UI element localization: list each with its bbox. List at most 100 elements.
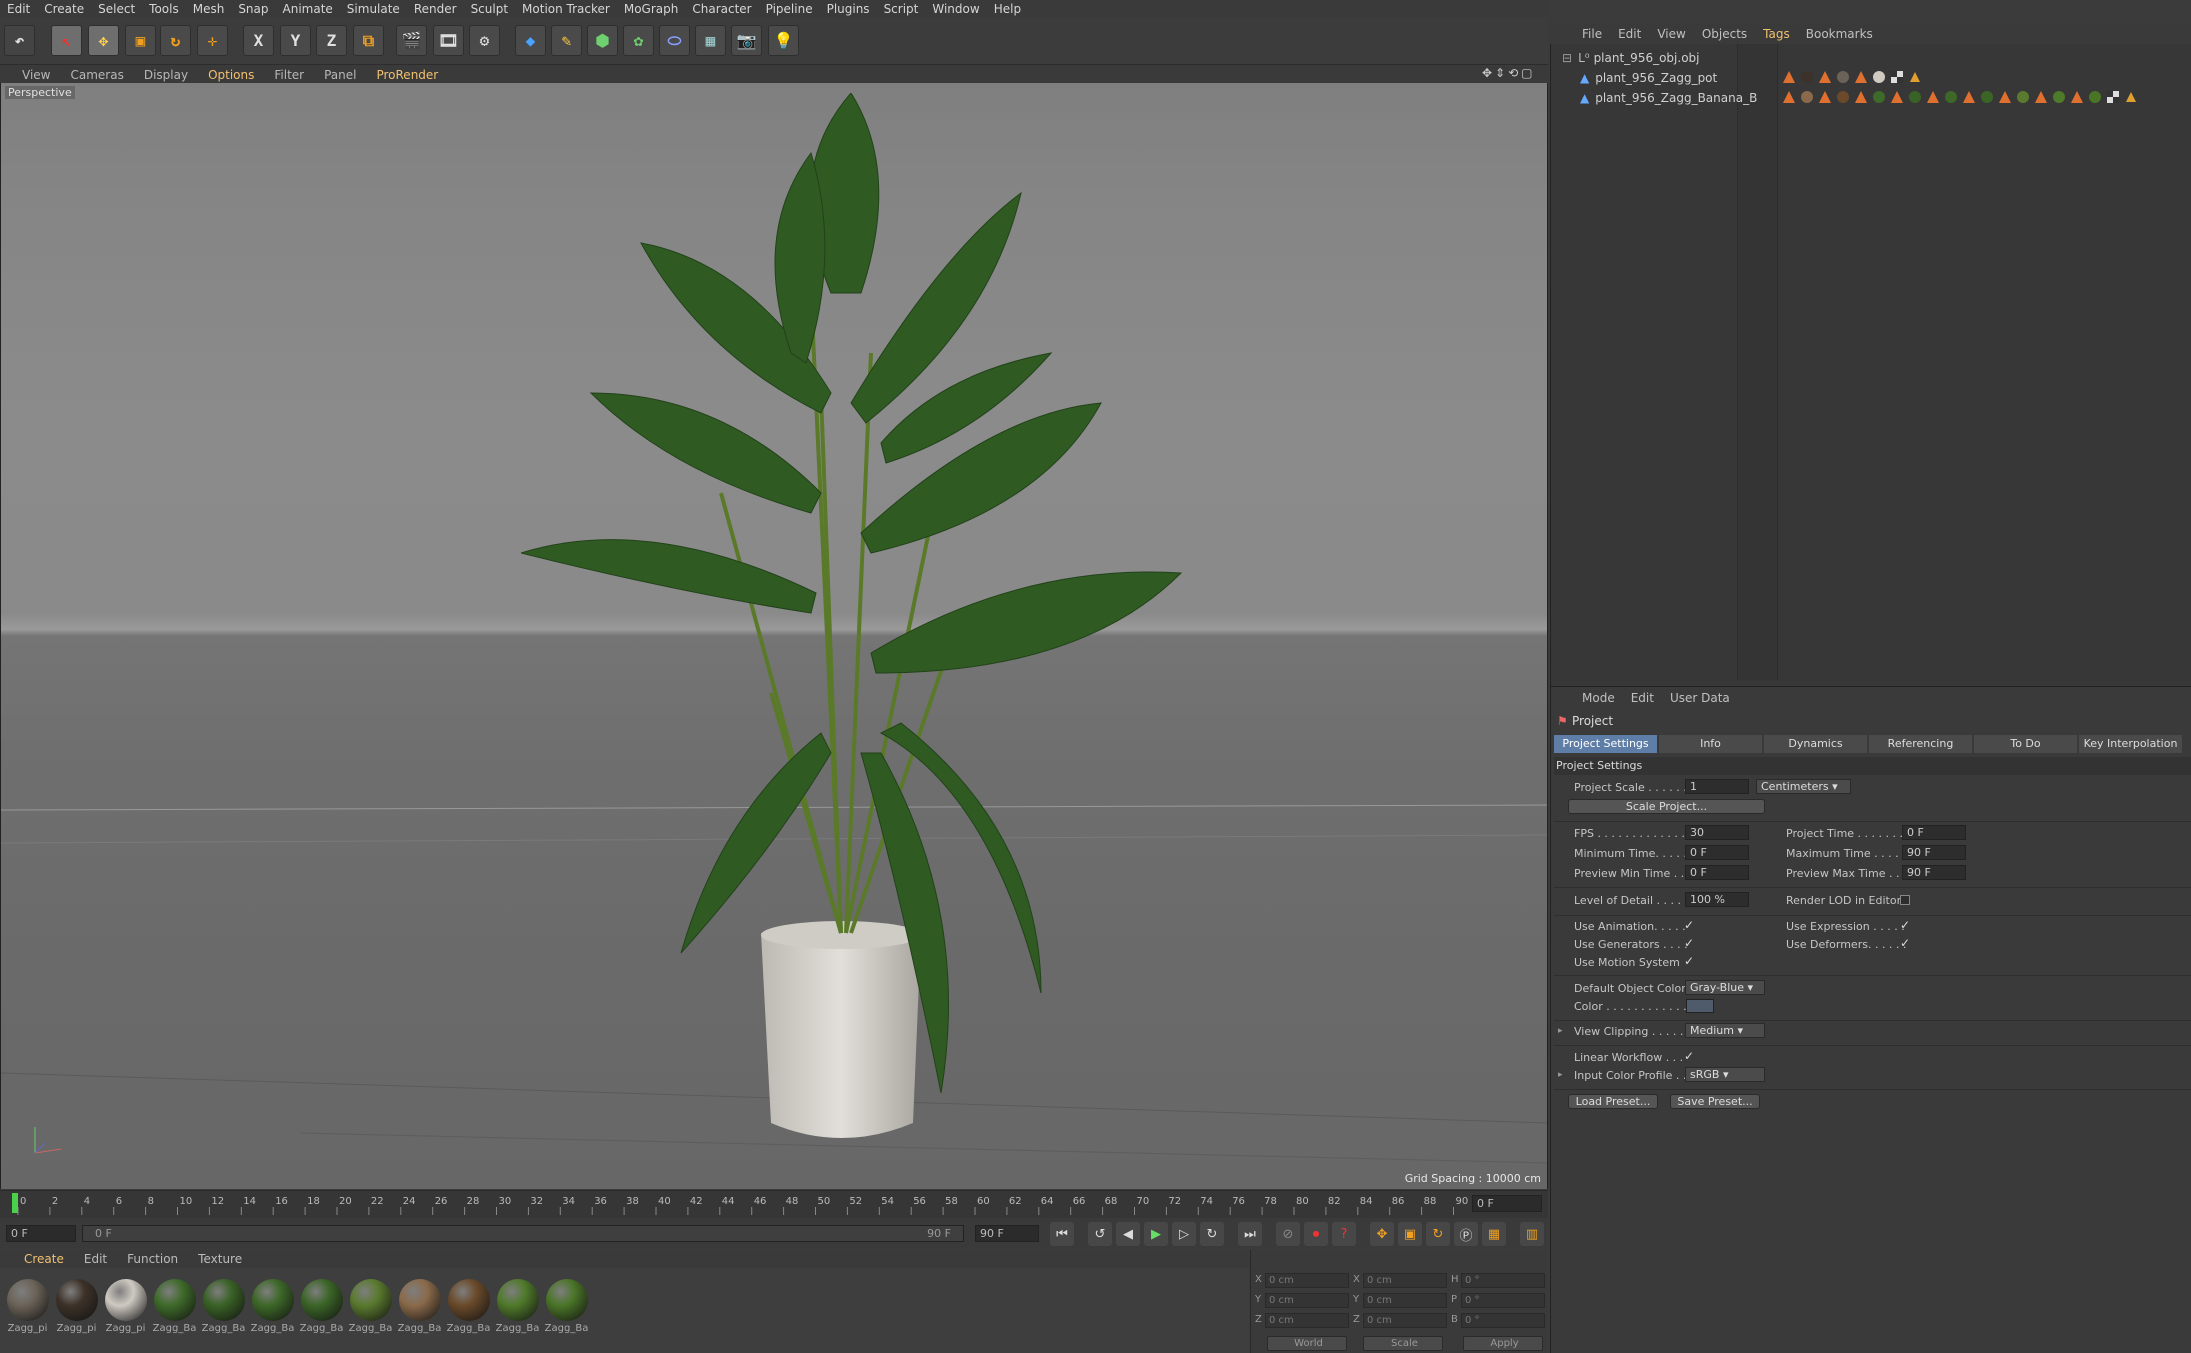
material-tag-icon[interactable] bbox=[1872, 70, 1886, 84]
project-scale-field[interactable]: 1 bbox=[1685, 779, 1749, 794]
viewport-menu-prorender[interactable]: ProRender bbox=[366, 68, 448, 82]
use-deformers-checkbox[interactable]: ✓ bbox=[1900, 936, 1910, 950]
material-tag-icon[interactable] bbox=[1944, 90, 1958, 104]
preview-max-field[interactable]: 90 F bbox=[1902, 865, 1966, 880]
material-tag-icon[interactable] bbox=[2016, 90, 2030, 104]
next-frame-icon[interactable]: ▷ bbox=[1172, 1222, 1196, 1246]
scale-project-button[interactable]: Scale Project... bbox=[1568, 799, 1765, 814]
object-menu-objects[interactable]: Objects bbox=[1694, 27, 1755, 41]
object-menu-file[interactable]: File bbox=[1574, 27, 1610, 41]
subdivision-surface-icon[interactable]: ⬢ bbox=[587, 25, 618, 56]
linear-workflow-checkbox[interactable]: ✓ bbox=[1684, 1049, 1694, 1063]
phong-tag-icon[interactable] bbox=[2070, 90, 2084, 104]
viewport-nav-icons[interactable]: ✥⇕⟲▢ bbox=[1482, 66, 1536, 80]
object-menu-bookmarks[interactable]: Bookmarks bbox=[1798, 27, 1881, 41]
start-frame-field[interactable]: 0 F bbox=[6, 1225, 76, 1242]
expand-arrow-icon[interactable]: ▸ bbox=[1558, 1070, 1563, 1080]
coordinate-field[interactable]: 0 ° bbox=[1461, 1313, 1545, 1328]
lod-field[interactable]: 100 % bbox=[1685, 892, 1749, 907]
material-tag-icon[interactable] bbox=[1836, 70, 1850, 84]
object-menu-tags[interactable]: Tags bbox=[1755, 27, 1798, 41]
material-tag-icon[interactable] bbox=[1836, 90, 1850, 104]
record-position-icon[interactable]: ✥ bbox=[1370, 1222, 1394, 1246]
attr-menu-edit[interactable]: Edit bbox=[1623, 691, 1662, 705]
undo-icon[interactable]: ↶ bbox=[4, 25, 35, 56]
load-preset-button[interactable]: Load Preset... bbox=[1568, 1094, 1658, 1109]
coordinate-system-icon[interactable]: ⧉ bbox=[353, 25, 384, 56]
phong-tag-icon[interactable] bbox=[1818, 90, 1832, 104]
timeline-layout-icon[interactable]: ▥ bbox=[1520, 1222, 1544, 1246]
menu-plugins[interactable]: Plugins bbox=[820, 2, 877, 16]
move-tool-icon[interactable]: ✥ bbox=[88, 25, 119, 56]
color-swatch[interactable] bbox=[1686, 999, 1714, 1013]
menu-tools[interactable]: Tools bbox=[142, 2, 186, 16]
texture-tag-icon[interactable] bbox=[1908, 70, 1922, 84]
uvw-tag-icon[interactable] bbox=[1890, 70, 1904, 84]
menu-edit[interactable]: Edit bbox=[0, 2, 37, 16]
3d-viewport[interactable]: Perspective Grid Spacing: 10000 cm bbox=[0, 83, 1548, 1189]
apply-button[interactable]: Apply bbox=[1463, 1336, 1543, 1351]
phong-tag-icon[interactable] bbox=[1854, 70, 1868, 84]
record-pla-icon[interactable]: ▦ bbox=[1482, 1222, 1506, 1246]
tab-to-do[interactable]: To Do bbox=[1974, 735, 2077, 753]
coordinate-scale-dropdown[interactable]: Scale bbox=[1363, 1336, 1443, 1351]
keyframe-selection-icon[interactable]: ? bbox=[1332, 1222, 1356, 1246]
phong-tag-icon[interactable] bbox=[2034, 90, 2048, 104]
timeline-ticks[interactable]: 0 2 4 6 8 10 12 14 16 18 20 22 24 26 28 30 32 34 36 38 40 42 4… bbox=[12, 1193, 1470, 1217]
menu-snap[interactable]: Snap bbox=[231, 2, 275, 16]
playhead[interactable] bbox=[12, 1193, 18, 1213]
phong-tag-icon[interactable] bbox=[1782, 90, 1796, 104]
phong-tag-icon[interactable] bbox=[1890, 90, 1904, 104]
expand-arrow-icon[interactable]: ▸ bbox=[1558, 1026, 1563, 1036]
cloner-icon[interactable]: ✿ bbox=[623, 25, 654, 56]
material-swatch[interactable]: Zagg_Ba bbox=[543, 1277, 590, 1339]
menu-simulate[interactable]: Simulate bbox=[340, 2, 407, 16]
menu-select[interactable]: Select bbox=[91, 2, 142, 16]
tab-referencing[interactable]: Referencing bbox=[1869, 735, 1972, 753]
attr-menu-mode[interactable]: Mode bbox=[1574, 691, 1623, 705]
record-scale-icon[interactable]: ▣ bbox=[1398, 1222, 1422, 1246]
render-lod-checkbox[interactable] bbox=[1900, 895, 1910, 905]
rotate-tool-icon[interactable]: ↻ bbox=[160, 25, 191, 56]
tab-info[interactable]: Info bbox=[1659, 735, 1762, 753]
next-key-icon[interactable]: ↻ bbox=[1200, 1222, 1224, 1246]
use-motion-checkbox[interactable]: ✓ bbox=[1684, 954, 1694, 968]
use-expression-checkbox[interactable]: ✓ bbox=[1900, 918, 1910, 932]
material-swatch[interactable]: Zagg_Ba bbox=[151, 1277, 198, 1339]
play-icon[interactable]: ▶ bbox=[1144, 1222, 1168, 1246]
record-parameter-icon[interactable]: Ⓟ bbox=[1454, 1222, 1478, 1246]
go-to-end-icon[interactable]: ⏭ bbox=[1238, 1222, 1262, 1246]
object-row-root[interactable]: ⊟ L⁰ plant_956_obj.obj bbox=[1562, 49, 1699, 67]
material-tag-icon[interactable] bbox=[2052, 90, 2066, 104]
phong-tag-icon[interactable] bbox=[1998, 90, 2012, 104]
prev-key-icon[interactable]: ↺ bbox=[1088, 1222, 1112, 1246]
object-row-pot[interactable]: ▲ plant_956_Zagg_pot bbox=[1580, 69, 1717, 87]
coordinate-mode-dropdown[interactable]: World bbox=[1267, 1336, 1347, 1351]
autokey-icon[interactable]: ⏺ bbox=[1304, 1222, 1328, 1246]
frame-range-slider[interactable]: 0 F 90 F bbox=[82, 1225, 964, 1242]
menu-character[interactable]: Character bbox=[685, 2, 758, 16]
y-axis-lock-icon[interactable]: Y bbox=[280, 25, 311, 56]
menu-mesh[interactable]: Mesh bbox=[186, 2, 232, 16]
tab-key-interpolation[interactable]: Key Interpolation bbox=[2079, 735, 2182, 753]
menu-mograph[interactable]: MoGraph bbox=[617, 2, 686, 16]
material-menu-texture[interactable]: Texture bbox=[188, 1252, 252, 1266]
max-time-field[interactable]: 90 F bbox=[1902, 845, 1966, 860]
coordinate-field[interactable]: 0 ° bbox=[1461, 1293, 1545, 1308]
render-picture-viewer-icon[interactable]: 🎞 bbox=[433, 25, 464, 56]
record-rotation-icon[interactable]: ↻ bbox=[1426, 1222, 1450, 1246]
material-swatch[interactable]: Zagg_pi bbox=[53, 1277, 100, 1339]
input-color-profile-dropdown[interactable]: sRGB ▾ bbox=[1685, 1067, 1765, 1082]
pot-tags[interactable] bbox=[1782, 68, 1922, 86]
pen-spline-icon[interactable]: ✎ bbox=[551, 25, 582, 56]
view-clipping-dropdown[interactable]: Medium ▾ bbox=[1685, 1023, 1765, 1038]
material-menu-create[interactable]: Create bbox=[14, 1252, 74, 1266]
object-row-banana[interactable]: ▲ plant_956_Zagg_Banana_B bbox=[1580, 89, 1757, 107]
menu-help[interactable]: Help bbox=[987, 2, 1028, 16]
attr-menu-user-data[interactable]: User Data bbox=[1662, 691, 1738, 705]
scale-tool-icon[interactable]: ▣ bbox=[125, 25, 156, 56]
material-swatch[interactable]: Zagg_Ba bbox=[249, 1277, 296, 1339]
fps-field[interactable]: 30 bbox=[1685, 825, 1749, 840]
current-frame-field[interactable]: 0 F bbox=[1472, 1195, 1542, 1212]
material-tag-icon[interactable] bbox=[1908, 90, 1922, 104]
